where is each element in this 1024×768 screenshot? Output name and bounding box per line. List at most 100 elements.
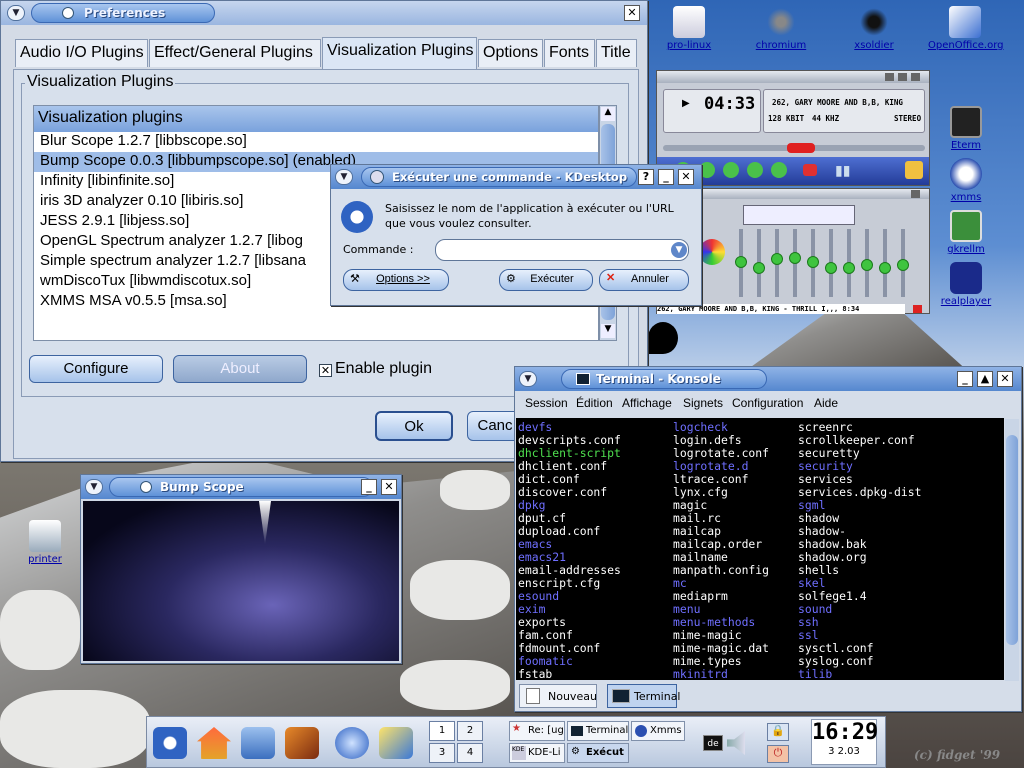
- task-terminal[interactable]: Terminal: [567, 721, 629, 741]
- eq-slider-knob[interactable]: [807, 256, 819, 268]
- globe-icon[interactable]: [335, 727, 369, 759]
- cancel-button[interactable]: ✕ Annuler: [599, 269, 689, 291]
- maximize-button[interactable]: ▲: [977, 371, 993, 387]
- terminal-scrollbar[interactable]: [1005, 419, 1019, 681]
- editor-icon[interactable]: [379, 727, 413, 759]
- desktop-icon-pro-linux[interactable]: pro-linux: [652, 6, 726, 51]
- minimize-icon[interactable]: [885, 73, 894, 81]
- new-session-button[interactable]: Nouveau: [519, 684, 597, 708]
- menu-signets[interactable]: Signets: [683, 396, 723, 410]
- close-icon[interactable]: [911, 190, 920, 198]
- about-button[interactable]: About: [173, 355, 307, 383]
- dropdown-arrow-icon[interactable]: ▼: [671, 242, 687, 258]
- next-icon[interactable]: [771, 162, 787, 178]
- close-button[interactable]: ✕: [678, 169, 694, 185]
- desktop-icon-openoffice[interactable]: OpenOffice.org: [928, 6, 1003, 51]
- home-icon[interactable]: [197, 727, 231, 759]
- window-title[interactable]: Exécuter une commande - KDesktop: [361, 167, 637, 187]
- tab-fonts[interactable]: Fonts: [544, 39, 595, 67]
- desktop-icon-xsoldier[interactable]: xsoldier: [837, 6, 911, 51]
- window-menu-button[interactable]: ▼: [85, 479, 103, 495]
- tab-visualization[interactable]: Visualization Plugins: [322, 37, 477, 69]
- eq-slider-knob[interactable]: [897, 259, 909, 271]
- window-title[interactable]: Bump Scope: [109, 477, 373, 497]
- window-menu-button[interactable]: ▼: [7, 5, 25, 21]
- menu-session[interactable]: Session: [525, 396, 568, 410]
- execute-button[interactable]: ⚙ Exécuter: [499, 269, 593, 291]
- command-label: Commande :: [343, 243, 414, 256]
- pager-desktop-3[interactable]: 3: [429, 743, 455, 763]
- menu-edition[interactable]: Édition: [576, 396, 613, 410]
- list-header[interactable]: Visualization plugins: [34, 106, 598, 132]
- computer-icon[interactable]: [241, 727, 275, 759]
- desktop-icon-realplayer[interactable]: realplayer: [929, 262, 1003, 307]
- seek-handle[interactable]: [787, 143, 815, 153]
- help-button[interactable]: ?: [638, 169, 654, 185]
- eq-slider-knob[interactable]: [771, 253, 783, 265]
- scroll-up-arrow-icon[interactable]: ▲: [601, 107, 615, 121]
- tab-audio-io[interactable]: Audio I/O Plugins: [15, 39, 148, 67]
- menu-aide[interactable]: Aide: [814, 396, 838, 410]
- window-menu-button[interactable]: ▼: [335, 169, 353, 185]
- minimize-button[interactable]: _: [658, 169, 674, 185]
- logout-icon[interactable]: ⏻: [767, 745, 789, 763]
- shade-icon[interactable]: [898, 73, 907, 81]
- window-menu-button[interactable]: ▼: [519, 371, 537, 387]
- playlist-close-icon[interactable]: [913, 305, 922, 313]
- terminal-file-entry: fstab: [518, 667, 553, 681]
- eq-slider-knob[interactable]: [789, 251, 801, 264]
- stop-icon[interactable]: [747, 162, 763, 178]
- speaker-icon[interactable]: [727, 731, 745, 755]
- close-button[interactable]: ✕: [381, 479, 397, 495]
- close-icon[interactable]: [911, 73, 920, 81]
- pager-desktop-2[interactable]: 2: [457, 721, 483, 741]
- command-input[interactable]: ▼: [435, 239, 689, 261]
- enable-plugin-checkbox[interactable]: ✕: [319, 364, 332, 377]
- plugin-list-item[interactable]: Blur Scope 1.2.7 [libbscope.so]: [34, 132, 598, 152]
- close-button[interactable]: ✕: [624, 5, 640, 21]
- clock[interactable]: 16:29 3 2.03: [811, 719, 878, 765]
- eq-slider-knob[interactable]: [753, 262, 765, 274]
- tab-title[interactable]: Title: [596, 39, 637, 67]
- eject-icon[interactable]: [803, 164, 817, 176]
- desktop-icon-chromium[interactable]: chromium: [744, 6, 818, 51]
- task-execute[interactable]: ⚙ Exécut: [567, 743, 629, 763]
- menu-affichage[interactable]: Affichage: [622, 396, 672, 410]
- ok-button[interactable]: Ok: [375, 411, 453, 441]
- eq-slider-knob[interactable]: [735, 256, 747, 268]
- pager-desktop-1[interactable]: 1: [429, 721, 455, 741]
- eq-slider-knob[interactable]: [861, 259, 873, 271]
- desktop-icon-xmms[interactable]: xmms: [929, 158, 1003, 203]
- scroll-down-arrow-icon[interactable]: ▼: [601, 324, 615, 338]
- task-kde-list[interactable]: KDE KDE-Li: [509, 743, 565, 763]
- desktop-icon-gkrellm[interactable]: gkrellm: [929, 210, 1003, 255]
- eq-slider-knob[interactable]: [879, 262, 891, 274]
- close-button[interactable]: ✕: [997, 371, 1013, 387]
- kde-menu-icon[interactable]: [153, 727, 187, 759]
- terminal-column: devfs devscripts.conf dhclient-script dhcli…: [518, 421, 621, 681]
- pause-icon[interactable]: [723, 162, 739, 178]
- configure-button[interactable]: Configure: [29, 355, 163, 383]
- window-title[interactable]: Preferences: [31, 3, 215, 23]
- dragon-icon[interactable]: [285, 727, 319, 759]
- menu-configuration[interactable]: Configuration: [732, 396, 803, 410]
- eq-slider-knob[interactable]: [843, 262, 855, 274]
- desktop-icon-eterm[interactable]: Eterm: [929, 106, 1003, 151]
- task-xmms[interactable]: Xmms: [631, 721, 685, 741]
- pager-desktop-4[interactable]: 4: [457, 743, 483, 763]
- window-title[interactable]: Terminal - Konsole: [561, 369, 767, 389]
- tab-effect-general[interactable]: Effect/General Plugins: [149, 39, 321, 67]
- lock-screen-icon[interactable]: 🔒: [767, 723, 789, 741]
- minimize-button[interactable]: _: [957, 371, 973, 387]
- keyboard-layout-icon[interactable]: de: [703, 735, 723, 751]
- desktop-icon-printer[interactable]: printer: [8, 520, 82, 565]
- options-button[interactable]: ⚒ Options >>: [343, 269, 449, 291]
- terminal-session-tab[interactable]: Terminal: [607, 684, 681, 708]
- minimize-button[interactable]: _: [361, 479, 377, 495]
- xmms-titlebar[interactable]: [657, 71, 929, 83]
- scroll-thumb[interactable]: [1006, 435, 1018, 645]
- eq-slider-knob[interactable]: [825, 262, 837, 274]
- tab-options[interactable]: Options: [478, 39, 543, 67]
- terminal-output[interactable]: devfs devscripts.conf dhclient-script dhcli…: [516, 418, 1004, 680]
- task-re-ugd[interactable]: ★ Re: [ugd: [509, 721, 565, 741]
